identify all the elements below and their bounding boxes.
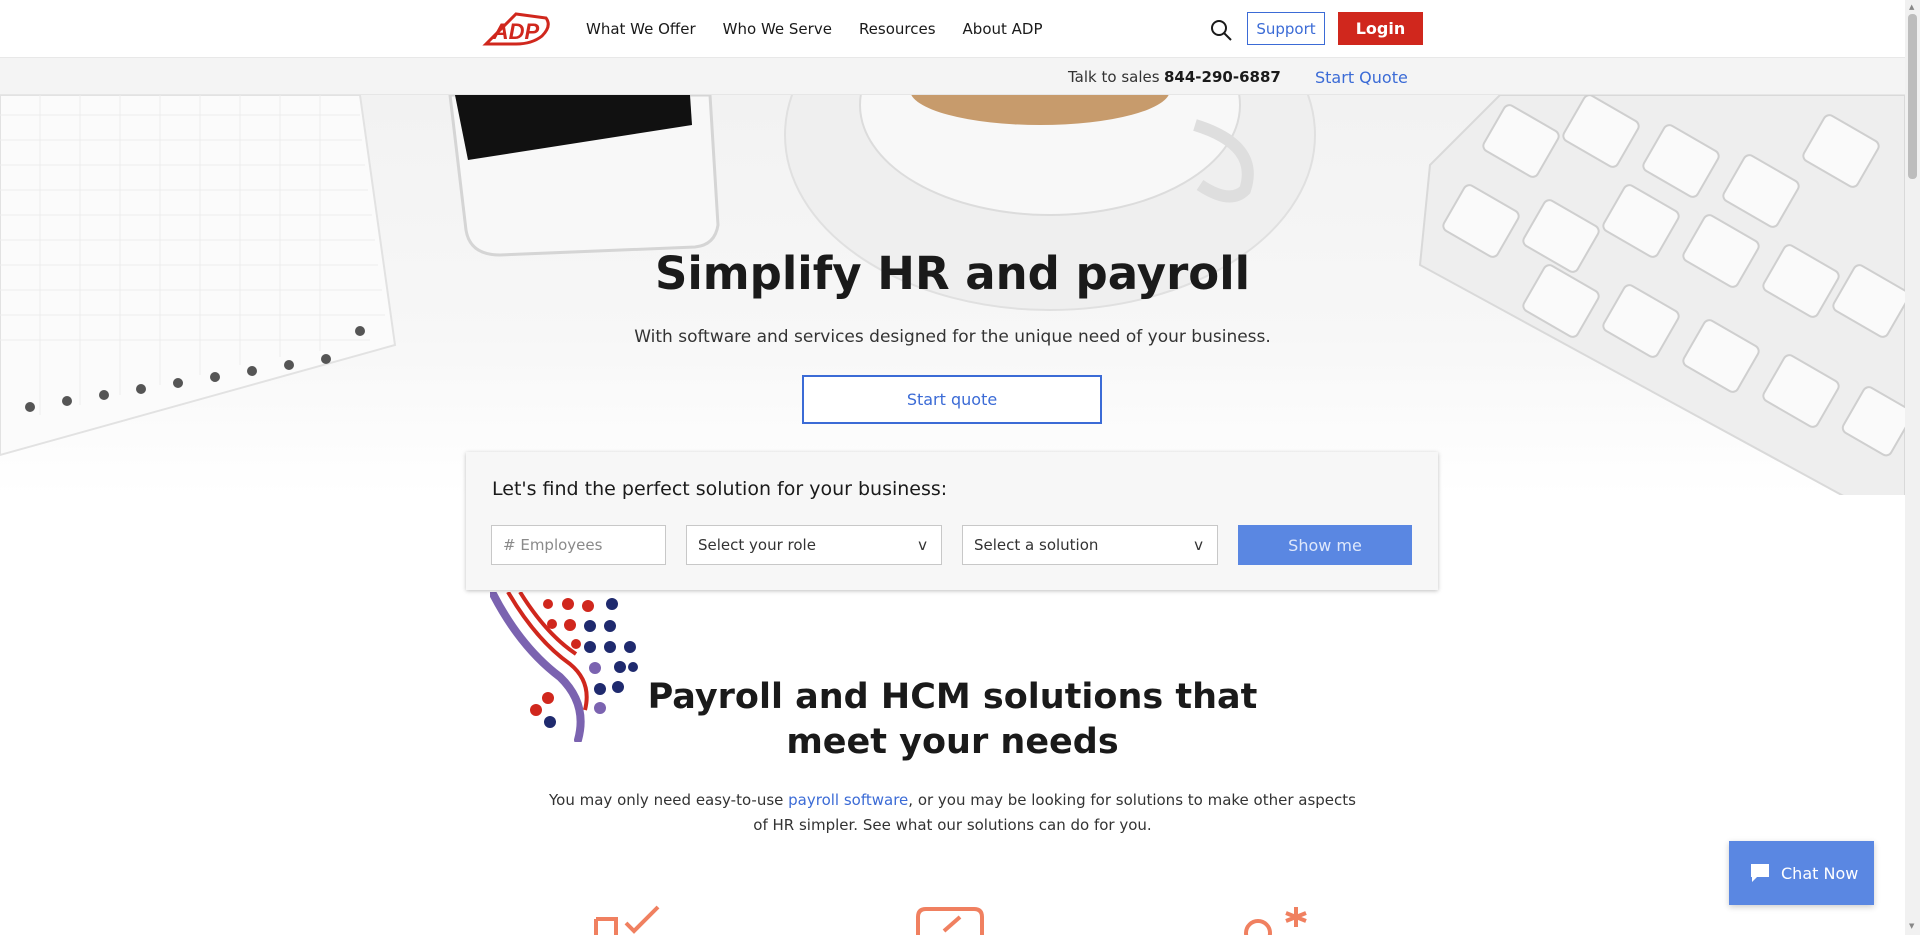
chevron-down-icon: v (1194, 536, 1203, 554)
logo-text: ADP (492, 19, 540, 44)
start-quote-link[interactable]: Start Quote (1315, 68, 1408, 87)
chat-bubble-icon (1751, 864, 1769, 882)
main-nav: What We Offer Who We Serve Resources Abo… (586, 20, 1070, 38)
phone-image (448, 95, 720, 257)
support-button[interactable]: Support (1247, 12, 1325, 45)
scroll-down-arrow-icon[interactable]: ▼ (1909, 922, 1914, 930)
document-edit-icon (916, 907, 984, 935)
search-icon[interactable] (1209, 18, 1233, 42)
nav-about-adp[interactable]: About ADP (963, 20, 1043, 38)
page-scrollbar[interactable]: ▲ ▼ (1905, 0, 1920, 935)
solutions-heading-line2: meet your needs (786, 722, 1119, 762)
scroll-up-arrow-icon[interactable]: ▲ (1909, 3, 1914, 11)
chat-now-button[interactable]: Chat Now (1729, 841, 1874, 905)
nav-resources[interactable]: Resources (859, 20, 936, 38)
solutions-description: You may only need easy-to-use payroll so… (540, 788, 1365, 838)
solution-select[interactable]: Select a solution v (962, 525, 1218, 565)
role-select[interactable]: Select your role v (686, 525, 942, 565)
decorative-dots-illustration (490, 592, 638, 742)
show-me-button[interactable]: Show me (1238, 525, 1412, 565)
role-select-value: Select your role (698, 536, 816, 554)
chat-now-label: Chat Now (1781, 863, 1859, 883)
sales-phone-number[interactable]: 844-290-6887 (1164, 68, 1281, 86)
solutions-heading-line1: Payroll and HCM solutions that (647, 677, 1258, 717)
hero-title: Simplify HR and payroll (654, 247, 1251, 300)
solution-select-value: Select a solution (974, 536, 1099, 554)
talk-to-sales-label: Talk to sales (1068, 68, 1160, 86)
employees-placeholder: # Employees (503, 536, 603, 554)
adp-logo[interactable]: ADP (480, 12, 552, 46)
solutions-desc-before: You may only need easy-to-use (549, 791, 789, 809)
top-navigation: ADP What We Offer Who We Serve Resources… (0, 0, 1905, 58)
hero-section: Simplify HR and payroll With software an… (0, 95, 1905, 495)
hero-subtitle: With software and services designed for … (634, 327, 1271, 347)
start-quote-button[interactable]: Start quote (802, 375, 1102, 424)
chevron-down-icon: v (918, 536, 927, 554)
nav-who-we-serve[interactable]: Who We Serve (723, 20, 832, 38)
payroll-software-link[interactable]: payroll software (788, 791, 908, 809)
scrollbar-thumb[interactable] (1908, 14, 1917, 179)
solution-finder: Let's find the perfect solution for your… (466, 452, 1438, 590)
nav-what-we-offer[interactable]: What We Offer (586, 20, 696, 38)
solutions-heading: Payroll and HCM solutions that meet your… (0, 675, 1905, 765)
person-star-icon (1244, 907, 1307, 935)
login-button[interactable]: Login (1338, 12, 1423, 45)
sales-bar: Talk to sales 844-290-6887 Start Quote (0, 58, 1905, 95)
finder-title: Let's find the perfect solution for your… (492, 478, 948, 500)
employees-input[interactable]: # Employees (491, 525, 666, 565)
checklist-icon (594, 905, 660, 935)
